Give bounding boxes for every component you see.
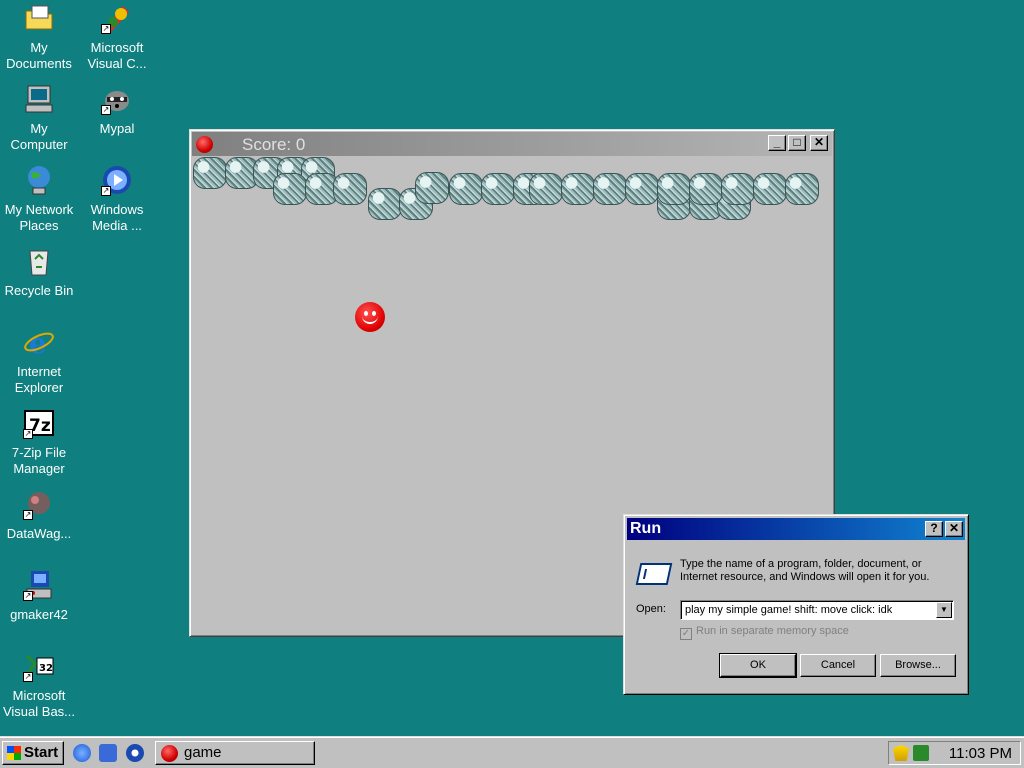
- icon-label: My Network Places: [4, 202, 74, 233]
- rock-block: [753, 173, 787, 205]
- computer-icon: [23, 83, 55, 115]
- icon-label: Internet Explorer: [14, 364, 64, 395]
- shield-icon[interactable]: [893, 745, 909, 761]
- rock-block: [561, 173, 595, 205]
- icon-label: gmaker42: [10, 607, 68, 622]
- visual-cpp-icon: ↗: [101, 2, 133, 34]
- desktop-icon-my-network-places[interactable]: My Network Places: [0, 164, 78, 234]
- icon-label: DataWag...: [6, 526, 72, 541]
- shortcut-arrow-icon: ↗: [23, 591, 33, 601]
- help-button[interactable]: ?: [925, 521, 943, 537]
- cancel-button[interactable]: Cancel: [800, 654, 876, 677]
- rock-block: [785, 173, 819, 205]
- run-description: Type the name of a program, folder, docu…: [680, 558, 930, 583]
- rock-block: [368, 188, 402, 220]
- separate-memory-checkbox: ✓ Run in separate memory space: [680, 625, 849, 640]
- icon-label: My Documents: [6, 40, 72, 71]
- red-ball-icon: [161, 745, 178, 762]
- network-globe-icon: [23, 164, 55, 196]
- checkbox-label: Run in separate memory space: [696, 625, 849, 637]
- desktop-icon-visual-cpp[interactable]: ↗ Microsoft Visual C...: [78, 2, 156, 72]
- desktop-icon-windows-media[interactable]: ↗ Windows Media ...: [78, 164, 156, 234]
- maximize-button[interactable]: □: [788, 135, 806, 151]
- minimize-button[interactable]: _: [768, 135, 786, 151]
- system-tray: 11:03 PM: [888, 741, 1021, 765]
- media-player-icon[interactable]: [126, 744, 144, 762]
- run-title: Run: [630, 520, 662, 537]
- 7zip-icon: 7z ↗: [23, 407, 55, 439]
- svg-text:e: e: [29, 327, 47, 358]
- rock-block: [721, 173, 755, 205]
- open-label: Open:: [636, 603, 666, 615]
- ok-button[interactable]: OK: [719, 653, 797, 678]
- rock-block: [657, 173, 691, 205]
- icon-label: Mypal: [99, 121, 135, 136]
- run-dialog[interactable]: Run ? ✕ Type the name of a program, fold…: [623, 514, 969, 695]
- run-window-icon: [635, 563, 673, 585]
- rock-block: [415, 172, 449, 204]
- folder-icon: [23, 2, 55, 34]
- close-button[interactable]: ✕: [810, 135, 828, 151]
- task-label: game: [184, 744, 222, 761]
- game-title-bar[interactable]: Score: 0 _ □ ✕: [192, 132, 832, 156]
- rock-block: [193, 157, 227, 189]
- svg-text:32: 32: [39, 663, 53, 674]
- rock-block: [689, 173, 723, 205]
- icon-label: Microsoft Visual Bas...: [2, 688, 76, 719]
- desktop-icon-datawag[interactable]: ↗ DataWag...: [0, 488, 78, 542]
- icon-label: 7-Zip File Manager: [11, 445, 67, 476]
- desktop-icon-gmaker42[interactable]: ↗ gmaker42: [0, 569, 78, 623]
- start-button[interactable]: Start: [2, 741, 64, 765]
- rock-block: [481, 173, 515, 205]
- shortcut-arrow-icon: ↗: [101, 186, 111, 196]
- rock-block: [273, 173, 307, 205]
- icon-label: Microsoft Visual C...: [87, 40, 147, 71]
- game-maker-icon: ↗: [23, 569, 55, 601]
- desktop-icon-7zip[interactable]: 7z ↗ 7-Zip File Manager: [0, 407, 78, 477]
- open-combobox[interactable]: play my simple game! shift: move click: …: [680, 600, 954, 620]
- start-label: Start: [24, 744, 59, 761]
- rock-block: [593, 173, 627, 205]
- chevron-down-icon[interactable]: ▼: [936, 602, 952, 618]
- close-button[interactable]: ✕: [945, 521, 963, 537]
- rock-block: [333, 173, 367, 205]
- internet-explorer-icon: e: [23, 326, 55, 360]
- desktop-icon-mypal[interactable]: ↗ Mypal: [78, 83, 156, 137]
- rock-block: [625, 173, 659, 205]
- icon-label: My Computer: [10, 121, 68, 152]
- rock-block: [449, 173, 483, 205]
- network-icon[interactable]: [913, 745, 929, 761]
- open-input-value[interactable]: play my simple game! shift: move click: …: [685, 604, 892, 616]
- internet-explorer-icon[interactable]: [73, 744, 91, 762]
- icon-label: Recycle Bin: [4, 283, 74, 298]
- windows-logo-icon: [7, 746, 21, 760]
- show-desktop-icon[interactable]: [99, 744, 117, 762]
- browse-button[interactable]: Browse...: [880, 654, 956, 677]
- recycle-bin-icon: [23, 245, 55, 277]
- shortcut-arrow-icon: ↗: [23, 429, 33, 439]
- datawag-icon: ↗: [23, 488, 55, 520]
- raccoon-icon: ↗: [101, 83, 133, 115]
- desktop-icon-visual-basic[interactable]: 32 ↗ Microsoft Visual Bas...: [0, 650, 78, 720]
- desktop-icon-recycle-bin[interactable]: Recycle Bin: [0, 245, 78, 299]
- score-title: Score: 0: [242, 135, 306, 154]
- taskbar-game-button[interactable]: game: [155, 741, 315, 765]
- player-smiley: [355, 302, 385, 332]
- shortcut-arrow-icon: ↗: [101, 24, 111, 34]
- run-title-bar[interactable]: Run ? ✕: [627, 518, 965, 540]
- clock[interactable]: 11:03 PM: [949, 745, 1012, 762]
- rock-block: [529, 173, 563, 205]
- taskbar: Start game 11:03 PM: [0, 736, 1024, 768]
- visual-basic-icon: 32 ↗: [23, 650, 55, 682]
- red-ball-icon: [196, 136, 213, 153]
- icon-label: Windows Media ...: [90, 202, 144, 233]
- shortcut-arrow-icon: ↗: [23, 672, 33, 682]
- desktop-icon-internet-explorer[interactable]: e Internet Explorer: [0, 326, 78, 396]
- desktop-icon-my-computer[interactable]: My Computer: [0, 83, 78, 153]
- desktop-icon-my-documents[interactable]: My Documents: [0, 2, 78, 72]
- media-player-icon: ↗: [101, 164, 133, 196]
- shortcut-arrow-icon: ↗: [101, 105, 111, 115]
- shortcut-arrow-icon: ↗: [23, 510, 33, 520]
- checkbox-box: ✓: [680, 628, 692, 640]
